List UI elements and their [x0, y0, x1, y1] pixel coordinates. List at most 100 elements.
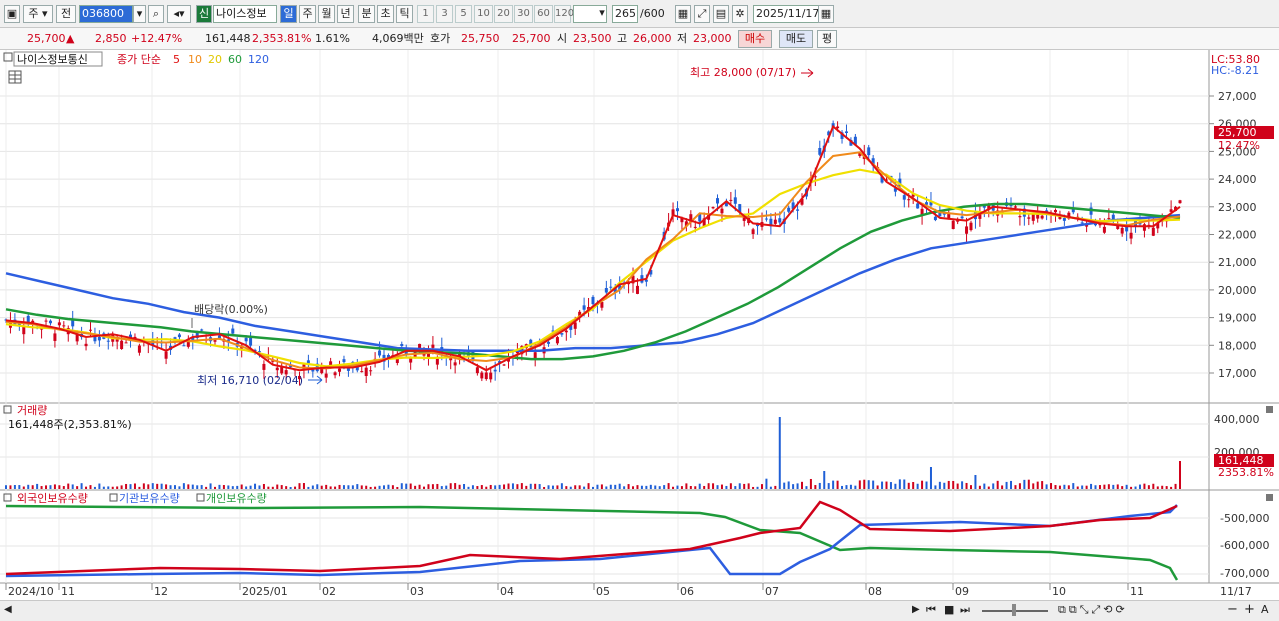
volume-panel-close[interactable]	[1266, 406, 1273, 413]
price-tick-label: 22,000	[1218, 229, 1257, 242]
volume-bar	[409, 483, 412, 489]
candle-body	[600, 302, 604, 308]
candle-body	[729, 199, 733, 201]
date-input[interactable]: 2025/11/17	[753, 5, 819, 23]
date-tick-label: 12	[154, 585, 168, 598]
volume-bar	[187, 484, 190, 489]
save-icon[interactable]: ▤	[713, 5, 729, 23]
volume-bar	[200, 485, 203, 489]
candle-body	[1120, 227, 1124, 234]
date-tick-label: 03	[410, 585, 424, 598]
volume-bar	[1010, 480, 1013, 489]
avg-button[interactable]: 평	[817, 30, 837, 48]
calendar-icon[interactable]: ▦	[818, 5, 834, 23]
volume-bar	[592, 486, 594, 489]
volume-bar	[285, 486, 288, 489]
num-20[interactable]: 20	[494, 5, 513, 23]
legend-stock-name: 나이스정보통신	[17, 53, 88, 66]
speaker-icon[interactable]: ◂▾	[167, 5, 191, 23]
layout-icon[interactable]: ▣	[4, 5, 20, 23]
candle-body	[604, 288, 608, 293]
prev-button[interactable]: 전	[56, 5, 76, 23]
volume-bar	[387, 484, 390, 489]
custom-period-dropdown[interactable]: ▾	[596, 5, 608, 23]
period-tick[interactable]: 틱	[396, 5, 413, 23]
volume-bar	[636, 485, 639, 489]
num-30[interactable]: 30	[514, 5, 533, 23]
candle-body	[120, 340, 124, 350]
search-icon[interactable]: ⌕	[148, 5, 164, 23]
scroll-stop-icon[interactable]: ■	[944, 603, 954, 616]
gear-icon[interactable]: ✲	[732, 5, 748, 23]
num-5[interactable]: 5	[455, 5, 472, 23]
candle-body	[796, 209, 800, 211]
market-select[interactable]: 주 ▾	[23, 5, 53, 23]
period-year[interactable]: 년	[337, 5, 354, 23]
scroll-right-icon[interactable]: ▶	[912, 604, 920, 615]
zoom-handle[interactable]	[1012, 604, 1016, 616]
candle-body	[836, 126, 840, 129]
scrollbar[interactable]: ◀ ▶ ⏮ ■ ⏭ ⧉⧉⤡⤢⟲⟳ − + A	[0, 600, 1279, 621]
num-60[interactable]: 60	[534, 5, 553, 23]
volume-bar	[298, 483, 301, 489]
sell-button[interactable]: 매도	[779, 30, 813, 48]
font-size-icon[interactable]: A	[1261, 603, 1269, 616]
num-3[interactable]: 3	[436, 5, 453, 23]
count-input[interactable]: 265	[612, 5, 638, 23]
candle-body	[502, 364, 506, 366]
volume-bar	[529, 483, 532, 489]
volume-bar	[1138, 484, 1141, 489]
open-value: 23,500	[573, 32, 612, 45]
stock-chart[interactable]: 나이스정보통신 종가 단순 5 10 20 60 120 최고 28,000 (…	[0, 50, 1279, 600]
scroll-left-icon[interactable]: ◀	[4, 604, 12, 615]
volume-bar	[605, 486, 608, 489]
code-dropdown[interactable]: ▾	[133, 5, 146, 23]
candle-body	[493, 369, 497, 372]
volume-bar	[743, 483, 746, 489]
high-value: 26,000	[633, 32, 672, 45]
candle-body	[1107, 217, 1111, 219]
period-second[interactable]: 초	[377, 5, 394, 23]
candle-body	[716, 198, 720, 204]
holding-panel-close[interactable]	[1266, 494, 1273, 501]
shin-badge[interactable]: 신	[196, 5, 212, 23]
chart-settings-icons[interactable]: ⧉⧉⤡⤢⟲⟳	[1058, 603, 1128, 617]
num-1[interactable]: 1	[417, 5, 434, 23]
legend-ma60: 60	[228, 53, 242, 66]
period-minute[interactable]: 분	[358, 5, 375, 23]
candle-body	[547, 341, 551, 344]
chart-tool-icon[interactable]: ⤢	[694, 5, 710, 23]
volume-bar	[929, 467, 932, 489]
bid-label: 호가	[430, 32, 451, 45]
period-week[interactable]: 주	[299, 5, 316, 23]
volume-bar	[916, 483, 919, 489]
volume-bar	[627, 484, 630, 489]
scroll-play-icon[interactable]: ⏭	[960, 603, 970, 617]
volume-bar	[551, 485, 554, 489]
zoom-in-icon[interactable]: +	[1244, 602, 1255, 617]
date-tick-label: 11	[1130, 585, 1144, 598]
period-month[interactable]: 월	[318, 5, 335, 23]
volume-bar	[841, 485, 844, 489]
period-day[interactable]: 일	[280, 5, 297, 23]
buy-button[interactable]: 매수	[738, 30, 772, 48]
candle-body	[164, 351, 168, 359]
candle-body	[400, 344, 404, 347]
volume-bar	[983, 483, 986, 489]
grid-tool-icon[interactable]: ▦	[675, 5, 691, 23]
candle-body	[844, 131, 848, 134]
scroll-first-icon[interactable]: ⏮	[926, 603, 936, 617]
num-120[interactable]: 120	[554, 5, 574, 23]
candle-body	[635, 285, 639, 294]
volume-bar	[823, 471, 826, 489]
volume-bar	[720, 484, 723, 489]
volume-bar	[133, 483, 136, 489]
num-10[interactable]: 10	[474, 5, 493, 23]
zoom-out-icon[interactable]: −	[1227, 602, 1238, 617]
code-input[interactable]: 036800	[79, 5, 133, 23]
legend-ma5: 5	[173, 53, 180, 66]
volume-bar	[258, 485, 261, 489]
candle-body	[764, 218, 768, 220]
volume-bar	[996, 480, 999, 489]
volume-bar	[583, 486, 586, 489]
